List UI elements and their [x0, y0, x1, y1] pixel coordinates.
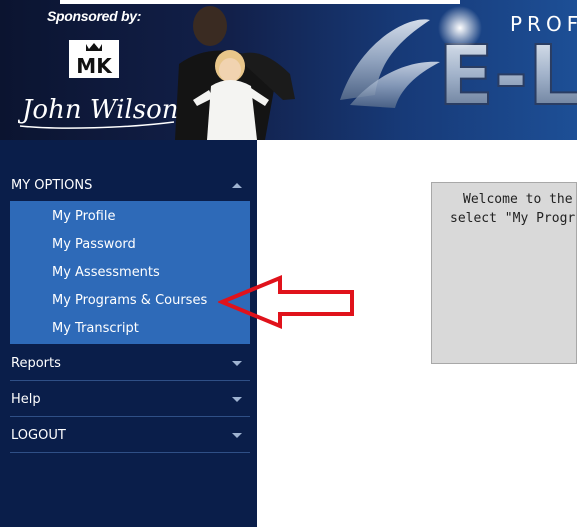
menu-item-my-programs-courses[interactable]: My Programs & Courses — [52, 293, 207, 308]
sidebar-section-reports[interactable]: Reports — [10, 347, 250, 380]
section-label: Help — [11, 392, 41, 407]
section-label: Reports — [11, 356, 61, 371]
menu-item-my-transcript[interactable]: My Transcript — [52, 321, 139, 336]
sidebar-section-help[interactable]: Help — [10, 383, 250, 416]
red-arrow-annotation — [216, 274, 358, 330]
john-wilson-signature: John Wilson — [17, 88, 178, 132]
sidebar-section-logout[interactable]: LOGOUT — [10, 419, 250, 452]
section-label: LOGOUT — [11, 428, 66, 443]
menu-item-my-profile[interactable]: My Profile — [52, 209, 115, 224]
sidebar-section-my-options[interactable]: MY OPTIONS — [10, 169, 250, 202]
brand-word-partial: PROF — [510, 12, 577, 36]
welcome-text-line1: Welcome to the — [463, 192, 573, 207]
mk-logo-text: MK — [76, 54, 113, 78]
menu-item-my-password[interactable]: My Password — [52, 237, 136, 252]
menu-item-my-assessments[interactable]: My Assessments — [52, 265, 160, 280]
my-options-submenu: My Profile My Password My Assessments My… — [10, 201, 250, 344]
chevron-up-icon — [232, 183, 242, 188]
chevron-down-icon — [232, 433, 242, 438]
header-banner: Sponsored by: MK John Wilson E-L PROF — [0, 0, 577, 140]
section-label: MY OPTIONS — [11, 178, 93, 193]
divider — [10, 380, 250, 381]
divider — [10, 416, 250, 417]
mk-logo: MK — [69, 40, 119, 78]
welcome-panel: Welcome to the select "My Progra — [431, 182, 577, 364]
chevron-down-icon — [232, 397, 242, 402]
signature-text: John Wilson — [18, 95, 178, 125]
chevron-down-icon — [232, 361, 242, 366]
sidebar: MY OPTIONS My Profile My Password My Ass… — [0, 140, 257, 527]
sponsor-label: Sponsored by: — [47, 8, 142, 24]
welcome-text-line2: select "My Progra — [450, 211, 577, 226]
people-photo — [165, 4, 315, 140]
divider — [10, 452, 250, 453]
